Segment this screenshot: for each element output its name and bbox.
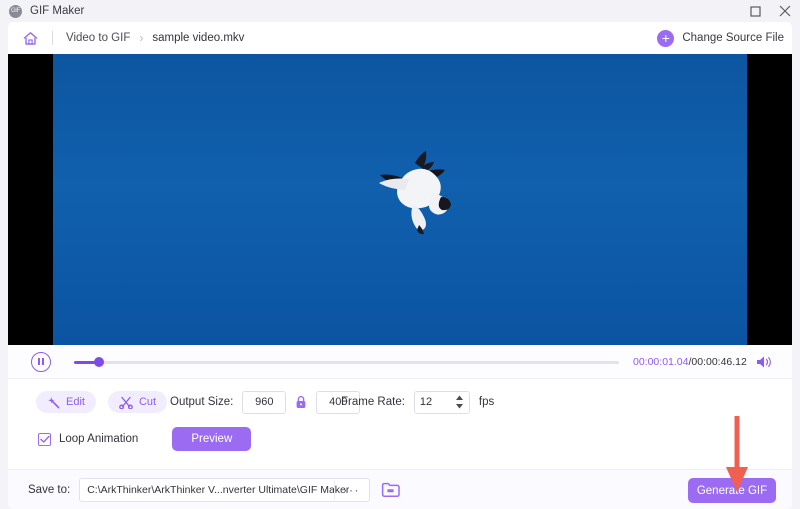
frame-rate-input[interactable]: 12 xyxy=(413,390,470,414)
seek-slider[interactable] xyxy=(74,355,619,369)
options-row-loop: Loop Animation Preview xyxy=(38,426,252,452)
checkmark-icon xyxy=(39,435,50,443)
title-bar: GIF GIF Maker xyxy=(0,0,800,22)
window-edge xyxy=(792,22,800,509)
maximize-icon[interactable] xyxy=(740,0,770,22)
plus-circle-icon: + xyxy=(657,29,675,47)
folder-open-icon[interactable] xyxy=(381,481,400,498)
loop-animation-checkbox[interactable] xyxy=(38,432,51,446)
home-icon[interactable] xyxy=(22,30,39,47)
window-controls xyxy=(740,0,800,22)
total-time: 00:00:46.12 xyxy=(691,355,747,368)
edit-button[interactable]: Edit xyxy=(36,391,96,413)
options-row-framerate: Frame Rate: 12 fps xyxy=(341,389,494,415)
output-size-label: Output Size: xyxy=(170,396,234,408)
change-source-file-button[interactable]: + Change Source File xyxy=(657,22,784,54)
lock-closed-icon[interactable] xyxy=(295,395,307,409)
frame-rate-value: 12 xyxy=(419,396,433,408)
time-display: 00:00:01.04/00:00:46.12 xyxy=(633,356,747,368)
gif-maker-window: GIF GIF Maker Video to GIF › sample vide… xyxy=(0,0,800,509)
volume-icon[interactable] xyxy=(756,355,772,369)
close-icon[interactable] xyxy=(770,0,800,22)
frame-rate-label: Frame Rate: xyxy=(341,396,405,408)
loop-animation-label: Loop Animation xyxy=(59,433,139,445)
gif-app-icon: GIF xyxy=(9,4,22,18)
cut-button[interactable]: Cut xyxy=(107,391,168,413)
current-time: 00:00:01.04 xyxy=(633,355,689,368)
breadcrumb-divider xyxy=(52,31,53,45)
output-width-input[interactable]: 960 xyxy=(242,390,287,414)
edit-label: Edit xyxy=(66,396,85,408)
options-row-tools: Edit Cut xyxy=(36,389,168,415)
window-title: GIF Maker xyxy=(30,5,85,17)
options-row-size: Output Size: 960 400 xyxy=(170,389,361,415)
seek-track xyxy=(74,360,619,364)
footer-bar: Save to: C:\ArkThinker\ArkThinker V...nv… xyxy=(8,469,792,509)
seek-handle[interactable] xyxy=(94,356,104,367)
playback-bar: 00:00:01.04/00:00:46.12 xyxy=(8,345,792,378)
scissors-icon xyxy=(119,396,133,409)
preview-button[interactable]: Preview xyxy=(172,427,252,451)
save-path-input[interactable]: C:\ArkThinker\ArkThinker V...nverter Ult… xyxy=(79,477,371,502)
breadcrumb-separator: › xyxy=(139,31,144,45)
video-frame xyxy=(53,54,747,345)
breadcrumb-module[interactable]: Video to GIF xyxy=(66,32,130,44)
save-path-value: C:\ArkThinker\ArkThinker V...nverter Ult… xyxy=(87,483,350,496)
generate-gif-button[interactable]: Generate GIF xyxy=(688,478,776,503)
cut-label: Cut xyxy=(138,396,157,408)
frame-rate-unit: fps xyxy=(478,396,495,408)
magic-wand-icon xyxy=(48,396,60,408)
spinner-arrows-icon[interactable] xyxy=(455,395,464,409)
video-subject xyxy=(379,151,451,235)
change-source-file-label: Change Source File xyxy=(682,32,784,44)
browse-button[interactable]: ··· xyxy=(334,479,368,500)
breadcrumb-file: sample video.mkv xyxy=(152,32,245,44)
video-preview[interactable] xyxy=(8,54,792,345)
options-panel: Edit Cut Output Size: 960 400 Frame Rate… xyxy=(8,378,792,469)
save-to-label: Save to: xyxy=(28,483,71,496)
pause-icon[interactable] xyxy=(31,351,51,372)
